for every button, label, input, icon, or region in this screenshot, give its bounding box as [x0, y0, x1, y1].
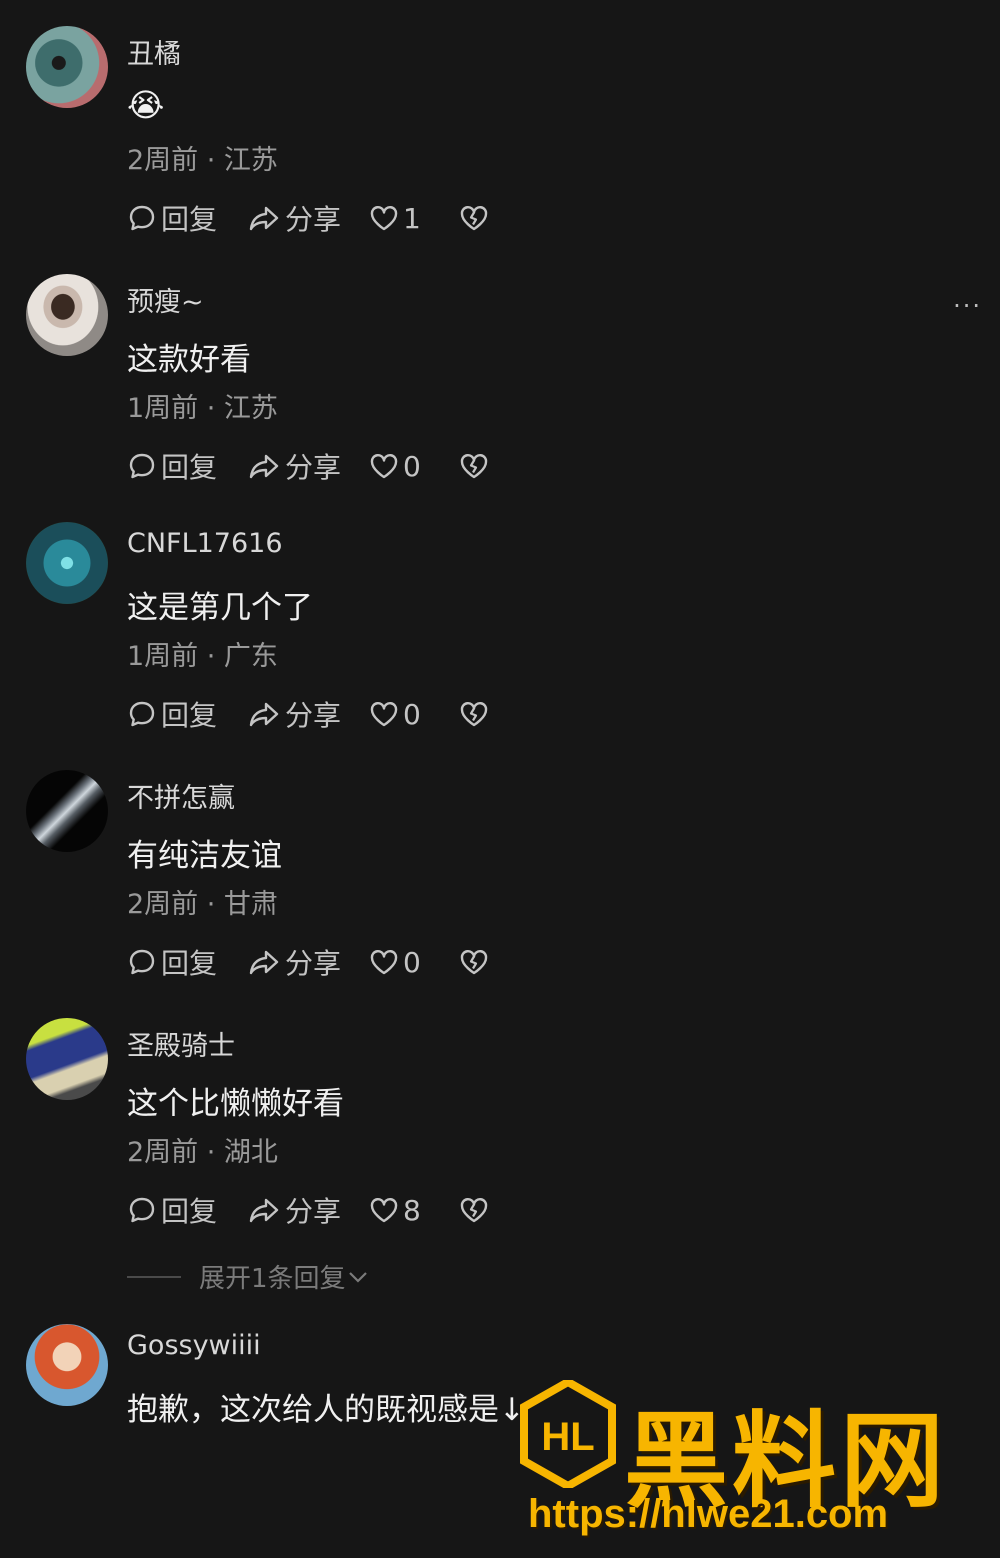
- username[interactable]: 不拼怎赢: [127, 776, 235, 815]
- comment-actions: 回复 分享 0: [127, 942, 489, 982]
- chat-bubble-icon: [129, 949, 155, 975]
- watermark: HL 黑料网 https://hlwe21.com: [520, 1380, 990, 1550]
- chat-bubble-icon: [129, 453, 155, 479]
- chevron-down-icon: [348, 1271, 367, 1283]
- share-button[interactable]: 分享: [247, 942, 369, 982]
- comment-item: 预瘦~ ··· 这款好看 1周前 · 江苏 回复 分享 0: [0, 248, 1000, 496]
- reply-label: 回复: [161, 451, 218, 484]
- like-button[interactable]: 0: [369, 450, 459, 483]
- share-button[interactable]: 分享: [247, 1190, 369, 1230]
- watermark-logo-text: HL: [541, 1415, 594, 1459]
- avatar[interactable]: [26, 274, 108, 356]
- avatar[interactable]: [26, 522, 108, 604]
- broken-heart-icon: [460, 206, 488, 231]
- dislike-button[interactable]: [459, 948, 489, 976]
- share-label: 分享: [285, 203, 342, 236]
- chat-bubble-icon: [129, 205, 155, 231]
- heart-icon: [370, 454, 398, 479]
- chat-bubble-icon: [129, 1197, 155, 1223]
- share-button[interactable]: 分享: [247, 446, 369, 486]
- broken-heart-icon: [460, 702, 488, 727]
- comment-text: 这个比懒懒好看: [127, 1086, 344, 1122]
- comment-text: 抱歉，这次给人的既视感是↓: [127, 1392, 525, 1428]
- like-button[interactable]: 1: [369, 202, 459, 235]
- heart-icon: [370, 206, 398, 231]
- share-label: 分享: [285, 699, 342, 732]
- share-arrow-icon: [249, 1198, 279, 1223]
- reply-label: 回复: [161, 699, 218, 732]
- comment-list-screen: 丑橘 😭 2周前 · 江苏 回复 分享 1 预瘦~ ··· 这款好看 1周前 ·…: [0, 0, 1000, 1558]
- share-label: 分享: [285, 451, 342, 484]
- heart-icon: [370, 702, 398, 727]
- comment-item: CNFL17616 这是第几个了 1周前 · 广东 回复 分享 0: [0, 496, 1000, 744]
- share-arrow-icon: [249, 206, 279, 231]
- chat-bubble-icon: [129, 701, 155, 727]
- reply-button[interactable]: 回复: [127, 942, 247, 982]
- like-button[interactable]: 0: [369, 946, 459, 979]
- comment-text: 这款好看: [127, 342, 251, 378]
- comment-meta: 2周前 · 江苏: [127, 145, 278, 176]
- comment-actions: 回复 分享 0: [127, 446, 489, 486]
- comment-item: 圣殿骑士 这个比懒懒好看 2周前 · 湖北 回复 分享 8: [0, 992, 1000, 1240]
- watermark-url: https://hlwe21.com: [528, 1492, 889, 1536]
- expand-replies-label: 展开1条回复: [199, 1264, 346, 1294]
- more-options-icon[interactable]: ···: [953, 292, 982, 320]
- comment-meta: 1周前 · 广东: [127, 641, 278, 672]
- like-button[interactable]: 8: [369, 1194, 459, 1227]
- share-arrow-icon: [249, 702, 279, 727]
- reply-button[interactable]: 回复: [127, 198, 247, 238]
- reply-label: 回复: [161, 203, 218, 236]
- share-button[interactable]: 分享: [247, 198, 369, 238]
- dislike-button[interactable]: [459, 452, 489, 480]
- reply-label: 回复: [161, 947, 218, 980]
- watermark-logo: HL: [520, 1380, 616, 1488]
- comment-actions: 回复 分享 8: [127, 1190, 489, 1230]
- reply-button[interactable]: 回复: [127, 446, 247, 486]
- broken-heart-icon: [460, 1198, 488, 1223]
- share-label: 分享: [285, 1195, 342, 1228]
- avatar[interactable]: [26, 26, 108, 108]
- comment-text: 这是第几个了: [127, 590, 313, 626]
- reply-button[interactable]: 回复: [127, 694, 247, 734]
- like-count: 0: [403, 945, 421, 979]
- username[interactable]: Gossywiiii: [127, 1330, 261, 1361]
- comment-item: 不拼怎赢 有纯洁友谊 2周前 · 甘肃 回复 分享 0: [0, 744, 1000, 992]
- broken-heart-icon: [460, 454, 488, 479]
- username[interactable]: 圣殿骑士: [127, 1024, 235, 1063]
- like-count: 8: [403, 1193, 421, 1227]
- like-button[interactable]: 0: [369, 698, 459, 731]
- comment-meta: 2周前 · 湖北: [127, 1137, 278, 1168]
- username[interactable]: CNFL17616: [127, 528, 283, 559]
- share-label: 分享: [285, 947, 342, 980]
- share-arrow-icon: [249, 950, 279, 975]
- username[interactable]: 丑橘: [127, 32, 181, 71]
- comment-item: 丑橘 😭 2周前 · 江苏 回复 分享 1: [0, 0, 1000, 248]
- like-count: 0: [403, 697, 421, 731]
- dislike-button[interactable]: [459, 204, 489, 232]
- reply-button[interactable]: 回复: [127, 1190, 247, 1230]
- reply-label: 回复: [161, 1195, 218, 1228]
- avatar[interactable]: [26, 1324, 108, 1406]
- heart-icon: [370, 1198, 398, 1223]
- comment-actions: 回复 分享 1: [127, 198, 489, 238]
- comment-text: 😭: [127, 86, 165, 124]
- share-arrow-icon: [249, 454, 279, 479]
- comment-meta: 1周前 · 江苏: [127, 393, 278, 424]
- dislike-button[interactable]: [459, 700, 489, 728]
- divider-line: [127, 1275, 181, 1278]
- dislike-button[interactable]: [459, 1196, 489, 1224]
- avatar[interactable]: [26, 770, 108, 852]
- comment-text: 有纯洁友谊: [127, 838, 282, 874]
- expand-replies-button[interactable]: 展开1条回复: [127, 1258, 370, 1295]
- like-count: 0: [403, 449, 421, 483]
- comment-actions: 回复 分享 0: [127, 694, 489, 734]
- avatar[interactable]: [26, 1018, 108, 1100]
- share-button[interactable]: 分享: [247, 694, 369, 734]
- comment-meta: 2周前 · 甘肃: [127, 889, 278, 920]
- heart-icon: [370, 950, 398, 975]
- broken-heart-icon: [460, 950, 488, 975]
- like-count: 1: [403, 201, 421, 235]
- username[interactable]: 预瘦~: [127, 280, 204, 319]
